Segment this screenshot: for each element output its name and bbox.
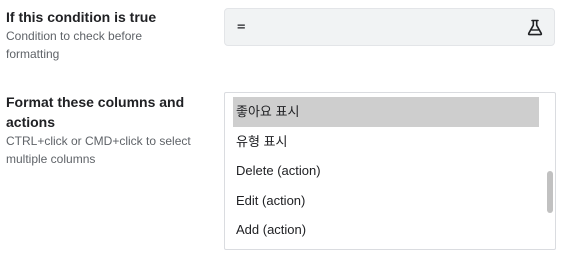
condition-title: If this condition is true (6, 9, 157, 25)
column-option[interactable]: Delete (action) (233, 156, 539, 186)
condition-input[interactable]: = (224, 8, 555, 46)
columns-multiselect[interactable]: 좋아요 표시 유형 표시 Delete (action) Edit (actio… (224, 92, 556, 250)
condition-description: Condition to check before formatting (6, 29, 143, 61)
columns-title: Format these columns and actions (6, 94, 185, 130)
columns-description: CTRL+click or CMD+click to select multip… (6, 134, 191, 166)
column-option[interactable]: Edit (action) (233, 186, 539, 216)
scrollbar-thumb[interactable] (547, 171, 553, 213)
column-option[interactable]: 유형 표시 (233, 127, 539, 157)
column-option[interactable]: 좋아요 표시 (233, 97, 539, 127)
flask-icon[interactable] (527, 19, 543, 36)
condition-value: = (237, 19, 246, 35)
column-option[interactable]: Add (action) (233, 215, 539, 245)
scrollbar[interactable] (545, 93, 555, 249)
